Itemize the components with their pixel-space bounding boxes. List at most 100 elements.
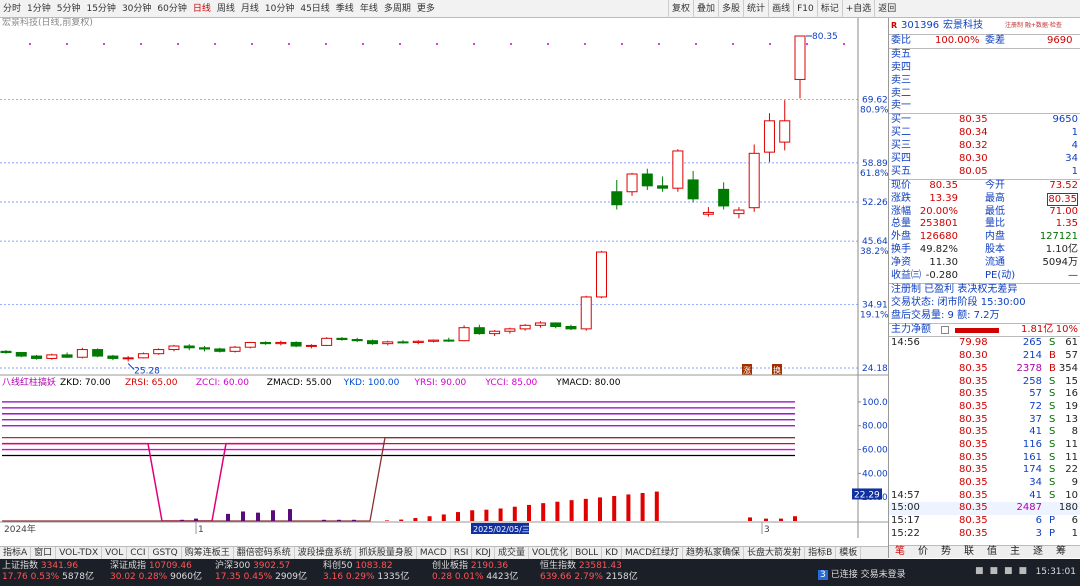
indicator-tick-label: 40.00 xyxy=(862,469,888,479)
indicator-tab-0[interactable]: 指标A xyxy=(0,547,32,559)
info-row-2: 盘后交易量: 9 额: 7.2万 xyxy=(889,310,1080,323)
index-pct: 0.53% xyxy=(30,572,60,582)
indicator-bar-late xyxy=(793,516,797,521)
indicator-param-2: ZCCI: 60.00 xyxy=(196,378,249,388)
indicator-tab-8[interactable]: 波段操盘系统 xyxy=(295,547,356,559)
indicator-tab-15[interactable]: BOLL xyxy=(572,547,603,559)
bell-icon[interactable]: ■ xyxy=(975,566,990,576)
panel-tab-7[interactable]: 筹 xyxy=(1056,546,1066,558)
candle-5 xyxy=(76,347,88,359)
panel-tab-0[interactable]: 笔 xyxy=(895,546,905,558)
period-tab-4[interactable]: 30分钟 xyxy=(119,0,154,18)
period-tab-13[interactable]: 多周期 xyxy=(381,0,414,18)
indicator-tab-17[interactable]: MACD红绿灯 xyxy=(622,547,684,559)
index-amount: 1335亿 xyxy=(377,572,410,582)
indicator-tab-19[interactable]: 长盘大箭发射 xyxy=(744,547,806,559)
indicator-tab-18[interactable]: 趋势私家确保 xyxy=(683,547,745,559)
indicator-tab-4[interactable]: CCI xyxy=(127,547,150,559)
indicator-tab-10[interactable]: MACD xyxy=(417,547,451,559)
date-label-year: 2024年 xyxy=(4,523,36,535)
period-tab-0[interactable]: 分时 xyxy=(0,0,24,18)
buy-volume: 1 xyxy=(1071,165,1078,177)
indicator-tab-11[interactable]: RSI xyxy=(451,547,473,559)
tick-volume: 116 xyxy=(1022,438,1042,450)
period-tab-1[interactable]: 1分钟 xyxy=(24,0,54,18)
indicator-tab-16[interactable]: KD xyxy=(602,547,623,559)
indicator-tab-2[interactable]: VOL-TDX xyxy=(56,547,103,559)
toolbar-button-1[interactable]: 叠加 xyxy=(693,0,718,18)
signal-dot xyxy=(695,43,697,45)
buy-label: 买二 xyxy=(891,127,911,139)
toolbar-button-0[interactable]: 复权 xyxy=(668,0,693,18)
indicator-param-4: YKD: 100.00 xyxy=(343,378,400,388)
toolbar-button-7[interactable]: +自选 xyxy=(841,0,875,18)
price-tick-label: 45.64 xyxy=(862,237,888,247)
indicator-tab-13[interactable]: 成交量 xyxy=(495,547,529,559)
index-line-1: 深证成指 10709.46 xyxy=(110,561,202,572)
period-tab-3[interactable]: 15分钟 xyxy=(83,0,118,18)
toolbar-button-6[interactable]: 标记 xyxy=(816,0,842,18)
tick-volume: 72 xyxy=(1029,400,1042,412)
period-tab-11[interactable]: 季线 xyxy=(333,0,357,18)
user-icon[interactable]: ■ xyxy=(1004,566,1019,576)
period-tab-6[interactable]: 日线 xyxy=(190,0,214,18)
candle-body xyxy=(519,324,531,330)
indicator-tab-3[interactable]: VOL xyxy=(102,547,128,559)
period-tab-12[interactable]: 年线 xyxy=(357,0,381,18)
panel-tab-5[interactable]: 主 xyxy=(1010,546,1020,558)
tick-time: 15:17 xyxy=(891,515,920,527)
indicator-tab-20[interactable]: 指标B xyxy=(805,547,837,559)
index-amount: 9060亿 xyxy=(170,572,203,582)
period-toolbar: 分时 1分钟 5分钟 15分钟 30分钟 60分钟 日线 周线 月线 10分钟 45日线 季线 年线 多周… xyxy=(0,0,1080,18)
candle-body xyxy=(137,353,149,359)
panel-tab-1[interactable]: 价 xyxy=(918,546,928,558)
tick-row-7: 80.35 41 S 8 xyxy=(889,426,1080,439)
period-tab-14[interactable]: 更多 xyxy=(414,0,438,18)
period-tab-7[interactable]: 周线 xyxy=(214,0,238,18)
candle-body xyxy=(733,209,745,215)
index-5: 恒生指数 23581.43 639.66 2.79% 2158亿 xyxy=(540,561,638,583)
tick-side: S xyxy=(1049,388,1056,400)
period-tab-8[interactable]: 月线 xyxy=(238,0,262,18)
toolbar-button-5[interactable]: F10 xyxy=(793,0,817,18)
period-tab-2[interactable]: 5分钟 xyxy=(54,0,84,18)
mail-icon[interactable]: ■ xyxy=(990,566,1005,576)
info-text: 盘后交易量: 9 额: 7.2万 xyxy=(891,309,1000,321)
quote-row-0: 现价 80.35 今开 73.52 xyxy=(889,180,1080,193)
panel-tab-4[interactable]: 值 xyxy=(987,546,997,558)
index-change: 0.28 xyxy=(432,572,453,582)
indicator-bar-late xyxy=(779,518,783,521)
candle-38 xyxy=(580,295,592,331)
indicator-tab-6[interactable]: 购筹连板王 xyxy=(182,547,234,559)
period-tab-9[interactable]: 10分钟 xyxy=(262,0,297,18)
indicator-bar-25 xyxy=(612,495,617,521)
stock-name: 宏景科技 xyxy=(943,20,983,31)
tick-price: 80.35 xyxy=(959,388,988,400)
clock: 15:31:01 xyxy=(1035,567,1076,577)
panel-tab-2[interactable]: 势 xyxy=(941,546,951,558)
tick-row-6: 80.35 37 S 13 xyxy=(889,414,1080,427)
quote-value: 13.39 xyxy=(929,192,958,204)
toolbar-button-3[interactable]: 统计 xyxy=(743,0,768,18)
period-tab-5[interactable]: 60分钟 xyxy=(154,0,189,18)
indicator-param-3: ZMACD: 55.00 xyxy=(267,378,332,388)
indicator-tab-9[interactable]: 抓妖股量身股 xyxy=(356,547,417,559)
toolbar-button-8[interactable]: 返回 xyxy=(874,0,899,18)
indicator-param-1: ZRSI: 65.00 xyxy=(125,378,178,388)
indicator-tab-7[interactable]: 翻倍密码系统 xyxy=(234,547,295,559)
grid-icon[interactable]: ■ xyxy=(1019,566,1034,576)
indicator-tab-5[interactable]: GSTQ xyxy=(149,547,182,559)
indicator-tab-1[interactable]: 窗口 xyxy=(31,547,57,559)
quote-value: 1.10亿 xyxy=(1045,244,1078,256)
period-tab-10[interactable]: 45日线 xyxy=(297,0,332,18)
tick-count: 10 xyxy=(1065,489,1078,501)
indicator-tab-14[interactable]: VOL优化 xyxy=(529,547,573,559)
panel-tab-6[interactable]: 逐 xyxy=(1033,546,1043,558)
indicator-tab-21[interactable]: 模板 xyxy=(836,547,862,559)
indicator-bar-9 xyxy=(385,520,389,521)
toolbar-button-2[interactable]: 多股 xyxy=(718,0,743,18)
toolbar-button-4[interactable]: 画线 xyxy=(768,0,793,18)
panel-tab-3[interactable]: 联 xyxy=(964,546,974,558)
indicator-tab-12[interactable]: KDJ xyxy=(472,547,495,559)
quote-label: 换手 xyxy=(891,244,911,256)
